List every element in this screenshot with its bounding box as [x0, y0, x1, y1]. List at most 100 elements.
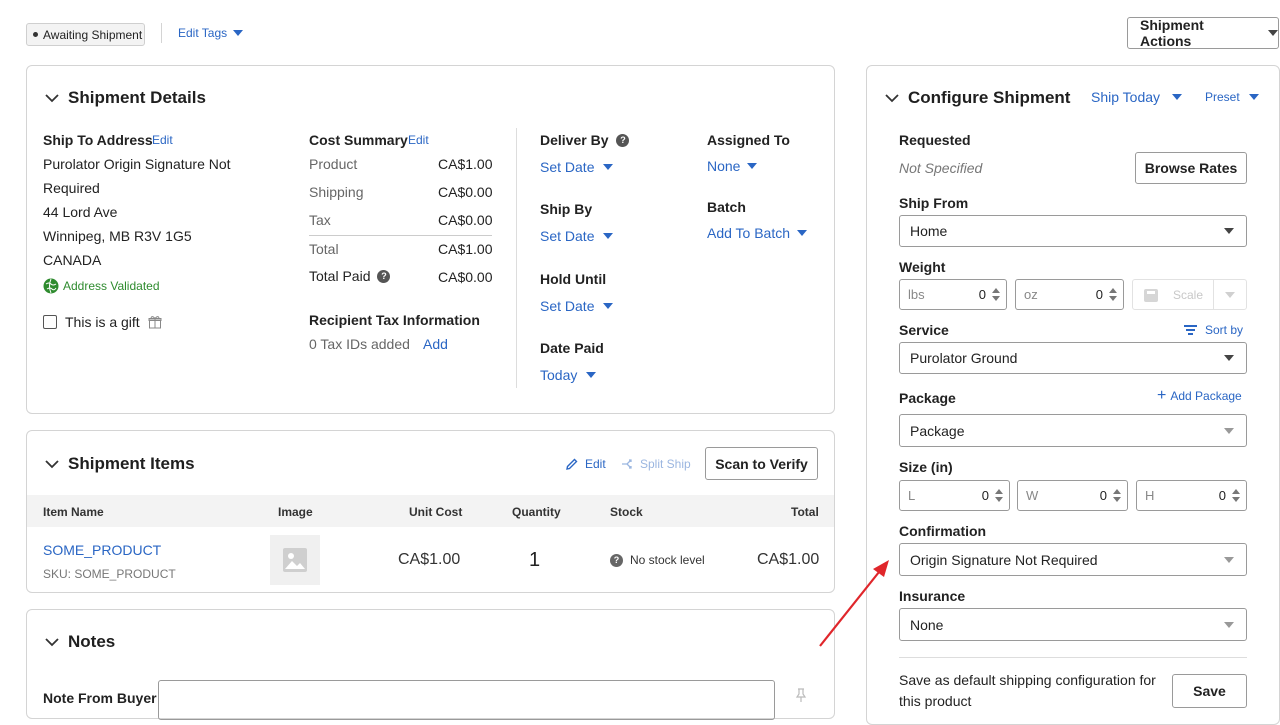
chevron-down-icon: [1224, 427, 1234, 434]
tax-add-link[interactable]: Add: [423, 336, 448, 352]
size-h-value: 0: [1218, 488, 1226, 503]
plus-icon: +: [1157, 387, 1167, 404]
note-from-buyer-field[interactable]: [158, 680, 775, 720]
date-paid-dropdown[interactable]: Today: [540, 367, 597, 383]
weight-lbs-input[interactable]: lbs 0: [899, 279, 1007, 310]
assigned-to-label: Assigned To: [707, 132, 790, 148]
scan-to-verify-button[interactable]: Scan to Verify: [705, 447, 818, 480]
save-button[interactable]: Save: [1172, 674, 1247, 708]
pin-icon[interactable]: [795, 688, 807, 702]
cost-label-total: Total: [309, 241, 339, 257]
preset-dropdown[interactable]: Preset: [1205, 90, 1259, 104]
stepper-icon[interactable]: [995, 489, 1003, 502]
total-paid-label: Total Paid: [309, 268, 371, 284]
col-total: Total: [791, 505, 819, 519]
item-total: CA$1.00: [757, 551, 820, 568]
cost-summary-edit-link[interactable]: Edit: [408, 133, 429, 147]
add-package-button[interactable]: + Add Package: [1157, 387, 1242, 404]
stepper-icon[interactable]: [1113, 489, 1121, 502]
weight-oz-input[interactable]: oz 0: [1015, 279, 1124, 310]
shipment-actions-button[interactable]: Shipment Actions: [1127, 17, 1279, 49]
address-line-1: Purolator Origin Signature Not: [43, 156, 231, 172]
help-icon[interactable]: ?: [610, 553, 623, 567]
chevron-down-icon: [45, 94, 59, 103]
chevron-down-icon: [1268, 30, 1278, 36]
scale-dropdown[interactable]: [1214, 291, 1246, 298]
ship-from-label: Ship From: [899, 195, 969, 211]
scale-main[interactable]: Scale: [1133, 280, 1214, 309]
help-icon[interactable]: ?: [616, 133, 630, 147]
weight-oz-unit: oz: [1024, 287, 1038, 302]
hold-until-dropdown[interactable]: Set Date: [540, 298, 614, 314]
note-from-buyer-label: Note From Buyer: [43, 690, 157, 706]
insurance-label: Insurance: [899, 588, 966, 604]
scale-button[interactable]: Scale: [1132, 279, 1247, 310]
package-select[interactable]: Package: [899, 414, 1247, 447]
ship-today-dropdown[interactable]: Ship Today: [1091, 89, 1183, 105]
size-w-input[interactable]: W 0: [1017, 480, 1128, 511]
ship-by-label: Ship By: [540, 201, 593, 217]
cost-summary-label: Cost Summary: [309, 132, 408, 148]
size-h-input[interactable]: H 0: [1136, 480, 1247, 511]
stepper-icon[interactable]: [1109, 288, 1117, 301]
ship-to-edit-link[interactable]: Edit: [152, 133, 173, 147]
browse-rates-button[interactable]: Browse Rates: [1135, 152, 1247, 184]
help-icon[interactable]: ?: [377, 269, 391, 283]
address-line-4: Winnipeg, MB R3V 1G5: [43, 228, 192, 244]
table-row: SOME_PRODUCT SKU: SOME_PRODUCT CA$1.00 1…: [27, 527, 834, 592]
pencil-icon: [566, 458, 578, 470]
gift-icon: [148, 316, 162, 329]
chevron-down-icon: [1224, 556, 1234, 563]
cost-label-product: Product: [309, 156, 358, 172]
deliver-by-dropdown[interactable]: Set Date: [540, 159, 614, 175]
size-l-value: 0: [981, 488, 989, 503]
size-w-unit: W: [1026, 488, 1039, 503]
notes-header[interactable]: Notes: [44, 632, 115, 652]
configure-shipment-header[interactable]: Configure Shipment: [884, 88, 1070, 108]
item-image-placeholder: [270, 535, 320, 585]
configure-shipment-card: Configure Shipment Ship Today Preset Req…: [866, 65, 1280, 725]
status-badge: Awaiting Shipment: [26, 23, 145, 46]
checkbox-icon[interactable]: [43, 315, 57, 329]
assigned-to-dropdown[interactable]: None: [707, 158, 758, 174]
sort-by-button[interactable]: Sort by: [1184, 323, 1243, 337]
chevron-down-icon: [885, 94, 899, 103]
insurance-select[interactable]: None: [899, 608, 1247, 641]
chevron-down-icon: [45, 638, 59, 647]
service-select[interactable]: Purolator Ground: [899, 342, 1247, 374]
chevron-down-icon: [603, 233, 614, 239]
stepper-icon[interactable]: [1232, 489, 1240, 502]
deliver-by-label: Deliver By ?: [540, 132, 630, 148]
address-validated-label: Address Validated: [63, 279, 160, 293]
image-icon: [283, 548, 307, 572]
add-to-batch-dropdown[interactable]: Add To Batch: [707, 225, 808, 241]
shipment-items-header[interactable]: Shipment Items: [44, 454, 195, 474]
scale-icon: [1143, 288, 1158, 302]
stepper-icon[interactable]: [992, 288, 1000, 301]
edit-tags-button[interactable]: Edit Tags: [178, 26, 244, 40]
items-edit-button[interactable]: Edit: [565, 457, 606, 471]
address-line-5: CANADA: [43, 252, 102, 268]
ship-from-select[interactable]: Home: [899, 215, 1247, 247]
chevron-down-icon: [1224, 621, 1234, 628]
ship-by-dropdown[interactable]: Set Date: [540, 228, 614, 244]
chevron-down-icon: [45, 460, 59, 469]
shipment-items-title: Shipment Items: [68, 454, 195, 473]
size-label: Size (in): [899, 459, 953, 475]
size-l-input[interactable]: L 0: [899, 480, 1010, 511]
total-paid-value: CA$0.00: [438, 269, 493, 285]
ship-to-label: Ship To Address: [43, 132, 153, 148]
confirmation-select[interactable]: Origin Signature Not Required: [899, 543, 1247, 576]
split-ship-button[interactable]: Split Ship: [621, 457, 691, 471]
hold-until-label: Hold Until: [540, 271, 607, 287]
gift-checkbox[interactable]: This is a gift: [43, 314, 162, 330]
item-name-link[interactable]: SOME_PRODUCT: [43, 542, 161, 558]
notes-card: Notes Note From Buyer: [26, 609, 835, 720]
divider: [161, 23, 162, 43]
divider: [899, 657, 1247, 658]
col-unit-cost: Unit Cost: [409, 505, 463, 519]
cost-value-product: CA$1.00: [438, 156, 493, 172]
save-default-text: Save as default shipping configuration f…: [899, 672, 1156, 709]
shipment-details-header[interactable]: Shipment Details: [44, 88, 206, 108]
status-dot-icon: [33, 32, 38, 37]
